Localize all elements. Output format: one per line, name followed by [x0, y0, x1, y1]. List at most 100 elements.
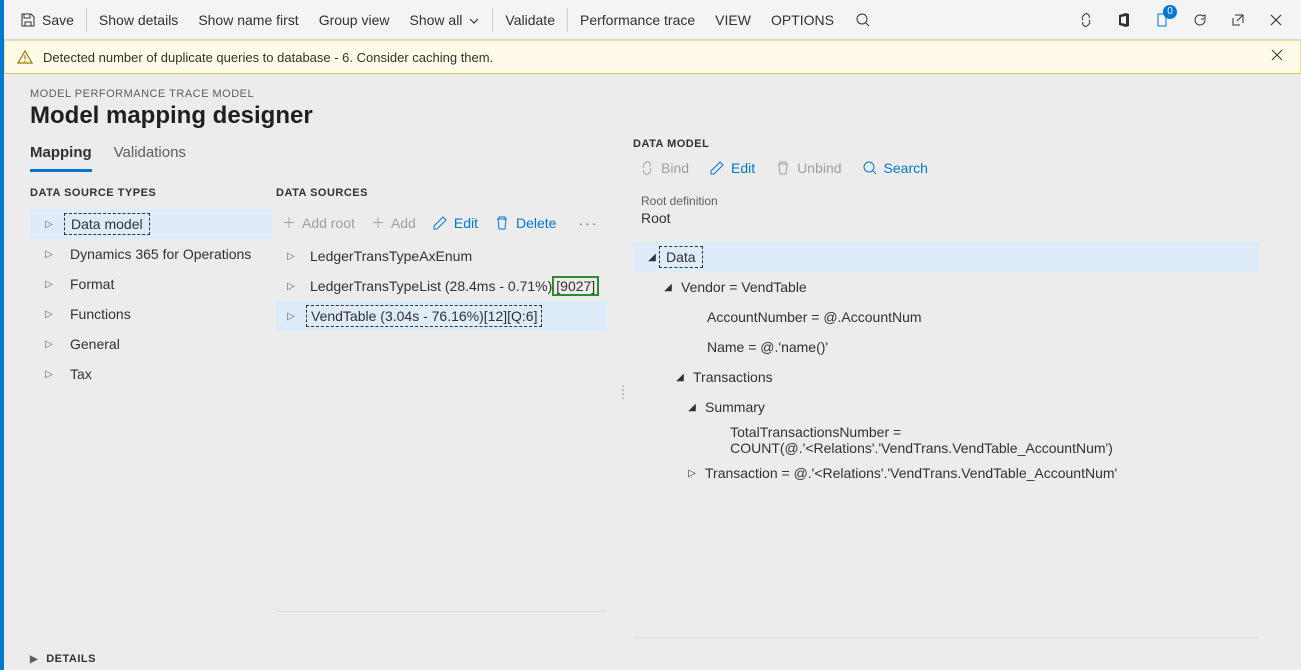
node-name[interactable]: Name = @.'name()' — [633, 332, 1259, 362]
node-transaction[interactable]: ▷ Transaction = @.'<Relations'.'VendTran… — [633, 458, 1259, 488]
bind-label: Bind — [661, 160, 689, 176]
performance-trace-button[interactable]: Performance trace — [570, 0, 705, 40]
source-ledgertranstype-enum[interactable]: ▷ LedgerTransTypeAxEnum — [276, 241, 607, 271]
resize-handle[interactable]: ⋮⋮ — [617, 388, 629, 396]
show-name-first-button[interactable]: Show name first — [188, 0, 308, 40]
search-icon — [855, 12, 871, 28]
popout-button[interactable] — [1219, 1, 1257, 39]
divider — [633, 637, 1257, 638]
type-data-model[interactable]: ▷ Data model — [30, 209, 272, 239]
attach-button[interactable] — [1067, 1, 1105, 39]
source-label: VendTable (3.04s - 76.16%)[12][Q:6] — [306, 305, 542, 327]
refresh-button[interactable] — [1181, 1, 1219, 39]
edit-label: Edit — [731, 160, 755, 176]
link-icon — [1078, 12, 1094, 28]
office-button[interactable] — [1105, 1, 1143, 39]
highlighted-count: [9027] — [552, 276, 599, 296]
sources-pane: DATA SOURCES ＋ Add root ＋ Add — [272, 187, 625, 644]
type-functions[interactable]: ▷ Functions — [30, 299, 272, 329]
type-label: Functions — [64, 304, 137, 324]
right-column: ⋮⋮ DATA MODEL Bind Edit — [625, 138, 1275, 670]
details-toggle[interactable]: ▶ DETAILS — [30, 644, 625, 670]
bind-button: Bind — [639, 160, 689, 176]
left-column: Mapping Validations DATA SOURCE TYPES ▷ … — [30, 138, 625, 670]
source-vendtable[interactable]: ▷ VendTable (3.04s - 76.16%)[12][Q:6] — [276, 301, 607, 331]
tab-mapping[interactable]: Mapping — [30, 138, 92, 172]
source-text: LedgerTransTypeList (28.4ms - 0.71%) — [310, 278, 552, 294]
type-label: Data model — [64, 213, 150, 235]
types-heading: DATA SOURCE TYPES — [30, 187, 272, 199]
warning-close-button[interactable] — [1266, 44, 1288, 71]
sources-toolbar: ＋ Add root ＋ Add Edit — [276, 209, 625, 241]
add-root-button: ＋ Add root — [282, 213, 355, 233]
search-label: Search — [884, 160, 928, 176]
node-data[interactable]: ◢ Data — [633, 242, 1259, 272]
search-button[interactable]: Search — [862, 160, 928, 176]
add-root-label: Add root — [302, 215, 355, 231]
type-label: General — [64, 334, 126, 354]
close-icon — [1270, 48, 1284, 62]
node-label: Vendor = VendTable — [675, 277, 813, 297]
link-icon — [639, 160, 655, 176]
warning-text: Detected number of duplicate queries to … — [43, 50, 493, 65]
show-all-button[interactable]: Show all — [400, 0, 491, 40]
save-button[interactable]: Save — [10, 0, 84, 40]
search-icon — [862, 160, 878, 176]
pencil-icon — [432, 215, 448, 231]
show-all-label: Show all — [410, 12, 463, 28]
save-label: Save — [42, 12, 74, 28]
caret-down-icon: ◢ — [661, 282, 675, 293]
node-summary[interactable]: ◢ Summary — [633, 392, 1259, 422]
unbind-label: Unbind — [797, 160, 841, 176]
node-total[interactable]: TotalTransactionsNumber = COUNT(@.'<Rela… — [633, 422, 1259, 458]
type-label: Dynamics 365 for Operations — [64, 244, 257, 264]
type-dynamics[interactable]: ▷ Dynamics 365 for Operations — [30, 239, 272, 269]
edit-button[interactable]: Edit — [432, 215, 478, 231]
validate-button[interactable]: Validate — [495, 0, 565, 40]
data-model-heading: DATA MODEL — [633, 138, 1275, 150]
group-view-button[interactable]: Group view — [309, 0, 400, 40]
type-format[interactable]: ▷ Format — [30, 269, 272, 299]
node-label: Transactions — [687, 367, 779, 387]
view-button[interactable]: VIEW — [705, 0, 761, 40]
content: Mapping Validations DATA SOURCE TYPES ▷ … — [30, 138, 1275, 670]
caret-right-icon: ▷ — [42, 309, 56, 320]
delete-label: Delete — [516, 215, 556, 231]
search-button[interactable] — [844, 1, 882, 39]
separator — [86, 8, 87, 32]
root-definition-label: Root definition — [633, 194, 1275, 208]
caret-right-icon: ▶ — [30, 654, 38, 665]
edit-button[interactable]: Edit — [709, 160, 755, 176]
messages-button[interactable]: 0 — [1143, 1, 1181, 39]
plus-icon: ＋ — [371, 213, 385, 233]
types-pane: DATA SOURCE TYPES ▷ Data model ▷ Dynamic… — [30, 187, 272, 644]
node-label: Data — [659, 246, 703, 268]
top-toolbar: Save Show details Show name first Group … — [4, 0, 1301, 40]
close-button[interactable] — [1257, 1, 1295, 39]
show-details-button[interactable]: Show details — [89, 0, 188, 40]
source-ledgertranstype-list[interactable]: ▷ LedgerTransTypeList (28.4ms - 0.71%)[9… — [276, 271, 607, 301]
details-label: DETAILS — [46, 653, 96, 665]
type-tax[interactable]: ▷ Tax — [30, 359, 272, 389]
trash-icon — [494, 215, 510, 231]
node-transactions[interactable]: ◢ Transactions — [633, 362, 1259, 392]
delete-button[interactable]: Delete — [494, 215, 556, 231]
node-label: Transaction = @.'<Relations'.'VendTrans.… — [699, 463, 1123, 483]
type-general[interactable]: ▷ General — [30, 329, 272, 359]
more-button[interactable]: ··· — [572, 215, 604, 231]
node-account[interactable]: AccountNumber = @.AccountNum — [633, 302, 1259, 332]
sources-heading: DATA SOURCES — [276, 187, 625, 199]
unbind-button: Unbind — [775, 160, 841, 176]
caret-right-icon: ▷ — [42, 249, 56, 260]
tab-validations[interactable]: Validations — [114, 138, 186, 172]
options-button[interactable]: OPTIONS — [761, 0, 844, 40]
caret-right-icon: ▷ — [42, 339, 56, 350]
caret-down-icon: ◢ — [673, 372, 687, 383]
office-icon — [1116, 12, 1132, 28]
caret-right-icon: ▷ — [42, 369, 56, 380]
plus-icon: ＋ — [282, 213, 296, 233]
caret-right-icon: ▷ — [685, 468, 699, 479]
node-vendor[interactable]: ◢ Vendor = VendTable — [633, 272, 1259, 302]
data-model-toolbar: Bind Edit Unbind — [633, 160, 1275, 176]
chevron-down-icon — [468, 14, 480, 26]
